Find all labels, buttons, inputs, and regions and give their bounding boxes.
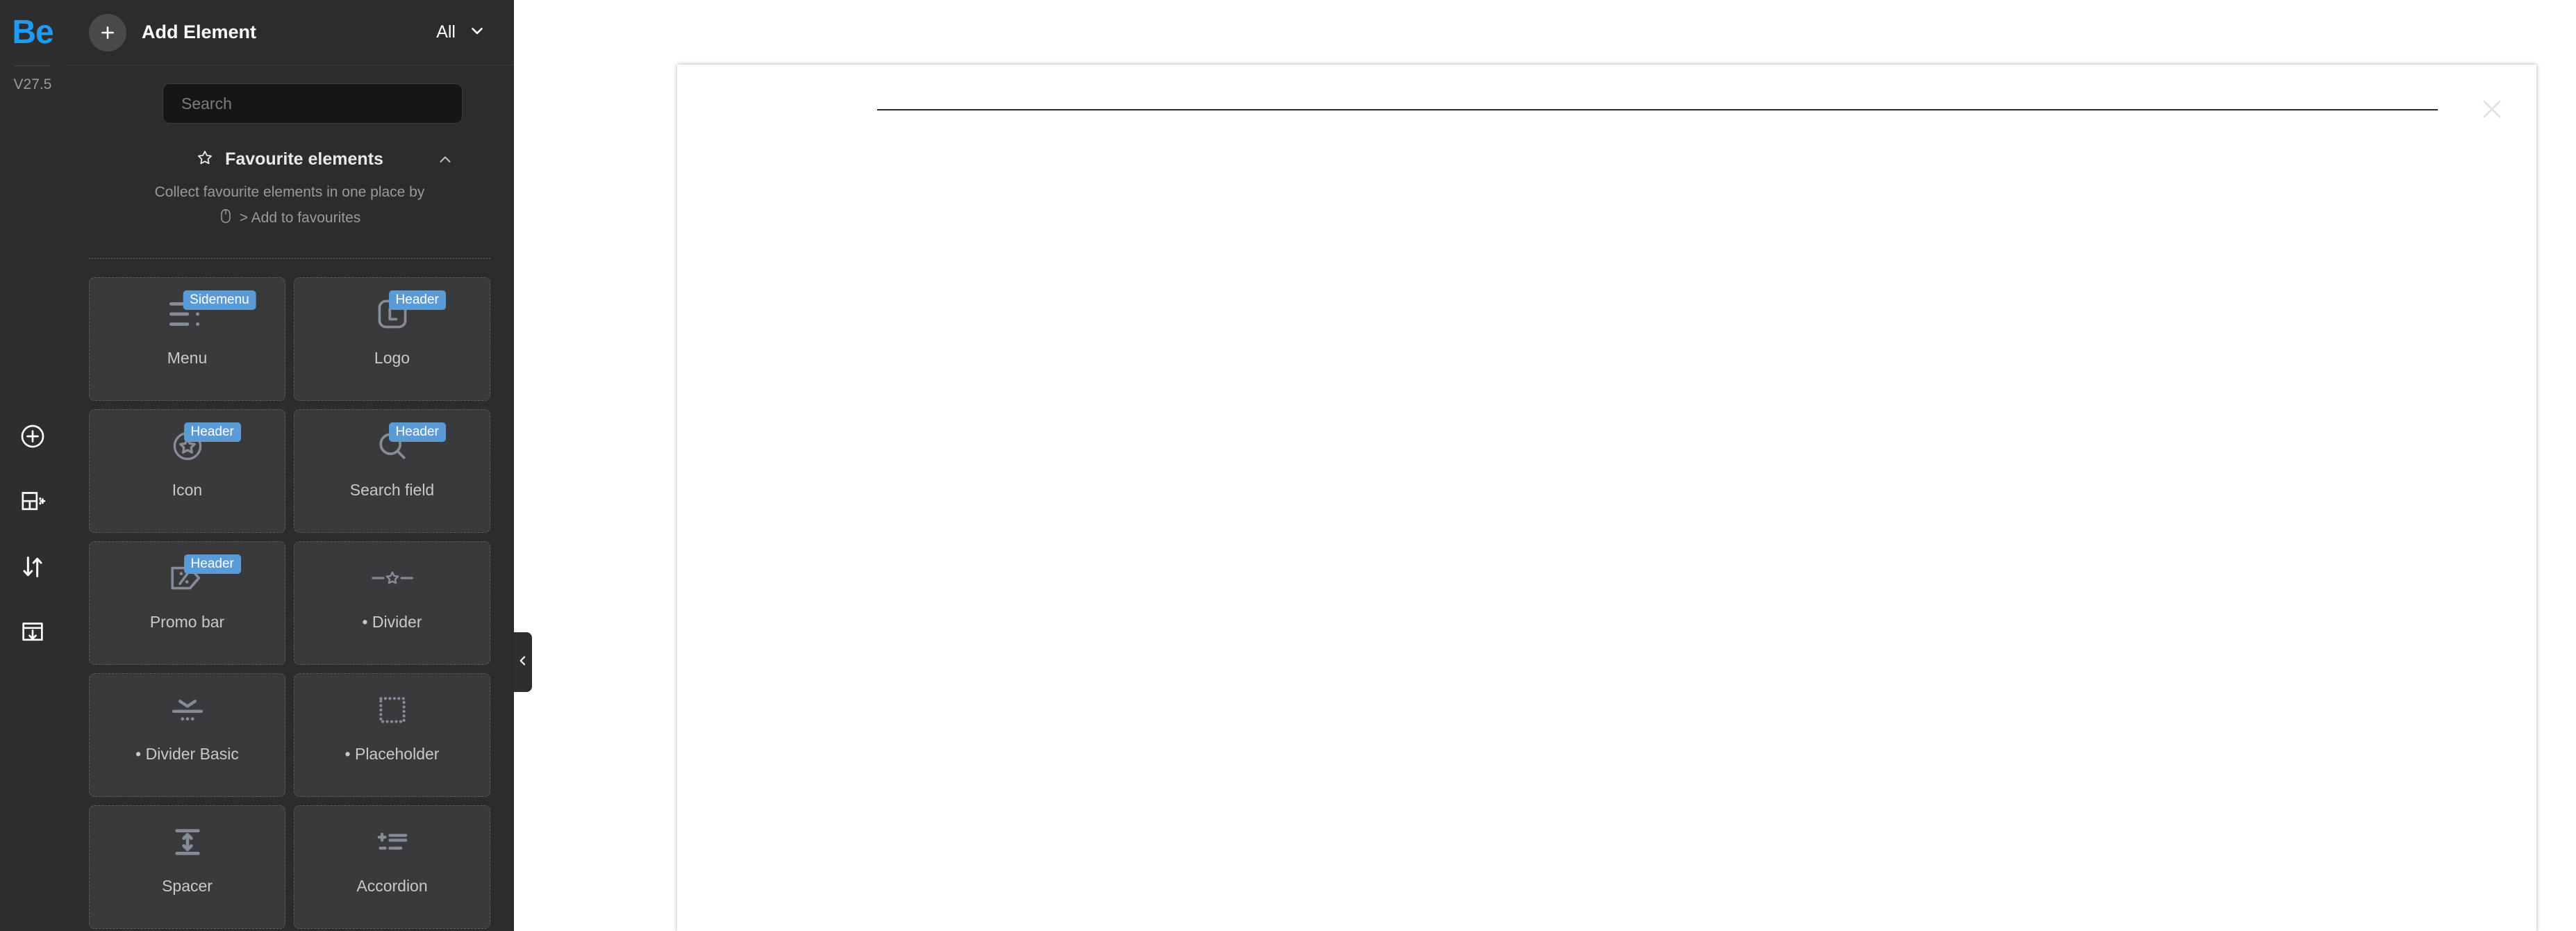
favourite-elements-title: Favourite elements: [225, 149, 383, 169]
star-circle-icon: [90, 410, 285, 482]
favourite-elements-header[interactable]: Favourite elements: [65, 149, 514, 170]
discount-tag-icon: [90, 542, 285, 614]
element-card-icon[interactable]: Icon Header: [89, 409, 285, 533]
element-card-menu[interactable]: Menu Sidemenu: [89, 277, 285, 401]
panel-import-icon[interactable]: [13, 613, 52, 652]
accordion-icon: [294, 806, 490, 878]
element-card-badge: Header: [183, 554, 241, 574]
element-card-label: • Divider Basic: [135, 744, 239, 763]
app-root: Be V27.5 Add Element All Search Favourit…: [0, 0, 2576, 931]
search-container: [65, 65, 514, 124]
chevron-down-icon: [468, 22, 486, 43]
favourite-elements-hint: > Add to favourites: [65, 208, 514, 229]
element-card-badge: Header: [183, 422, 241, 442]
element-grid: Menu Sidemenu Logo Header Icon Header Se…: [89, 277, 490, 931]
element-card-badge: Sidemenu: [183, 290, 256, 310]
version-label: V27.5: [13, 76, 52, 92]
brand-logo[interactable]: Be: [0, 0, 65, 65]
search-box[interactable]: [163, 83, 463, 124]
divider-star-icon: [294, 542, 490, 614]
page-canvas[interactable]: [677, 65, 2536, 931]
element-card-label: Icon: [172, 480, 203, 499]
favourite-elements-description: Collect favourite elements in one place …: [154, 184, 425, 200]
favourite-elements-hint-label: > Add to favourites: [239, 209, 361, 226]
element-card-label: • Divider: [362, 612, 422, 631]
chevron-up-icon[interactable]: [436, 151, 454, 169]
add-element-button[interactable]: [89, 13, 126, 51]
panel-title: Add Element: [142, 22, 257, 42]
element-card-badge: Header: [388, 290, 446, 310]
magnifier-icon: [294, 410, 490, 482]
favourites-separator: [89, 257, 490, 259]
element-card-divider-basic[interactable]: • Divider Basic: [89, 673, 285, 797]
panel-collapse-button[interactable]: [514, 632, 532, 692]
left-icon-rail: Be V27.5: [0, 0, 65, 931]
spacer-arrow-icon: [90, 806, 285, 878]
add-element-panel: Add Element All Search Favourite element…: [65, 0, 514, 931]
element-card-label: Spacer: [162, 876, 213, 895]
favourite-elements-section: Favourite elements Collect favourite ele…: [65, 124, 514, 259]
panel-header: Add Element All: [65, 0, 514, 65]
element-card-label: Search field: [349, 480, 435, 499]
placeholder-box-icon: [294, 674, 490, 746]
element-card-label: Promo bar: [149, 612, 225, 631]
element-card-logo[interactable]: Logo Header: [294, 277, 490, 401]
star-icon: [196, 149, 214, 170]
search-input[interactable]: [181, 84, 444, 123]
divider-basic-icon: [90, 674, 285, 746]
rail-tool-group: [0, 417, 65, 652]
close-icon[interactable]: [2473, 90, 2511, 129]
element-card-search-field[interactable]: Search field Header: [294, 409, 490, 533]
element-card-label: Logo: [374, 348, 410, 367]
canvas-horizontal-rule: [877, 109, 2438, 110]
menu-list-icon: [90, 278, 285, 350]
layout-add-icon[interactable]: [13, 482, 52, 521]
category-filter-label: All: [436, 22, 456, 42]
category-filter-dropdown[interactable]: All: [436, 22, 486, 43]
chevron-left-icon: [516, 654, 530, 671]
element-card-placeholder[interactable]: • Placeholder: [294, 673, 490, 797]
element-card-label: • Placeholder: [344, 744, 440, 763]
element-card-spacer[interactable]: Spacer: [89, 805, 285, 929]
element-card-badge: Header: [388, 422, 446, 442]
element-card-promo-bar[interactable]: Promo bar Header: [89, 541, 285, 665]
element-card-divider[interactable]: • Divider: [294, 541, 490, 665]
mouse-icon: [219, 208, 233, 229]
element-card-accordion[interactable]: Accordion: [294, 805, 490, 929]
logo-square-icon: [294, 278, 490, 350]
sort-arrows-icon[interactable]: [13, 547, 52, 586]
canvas-area: [514, 0, 2576, 931]
element-card-label: Menu: [167, 348, 208, 367]
element-card-label: Accordion: [356, 876, 428, 895]
add-circle-icon[interactable]: [13, 417, 52, 456]
